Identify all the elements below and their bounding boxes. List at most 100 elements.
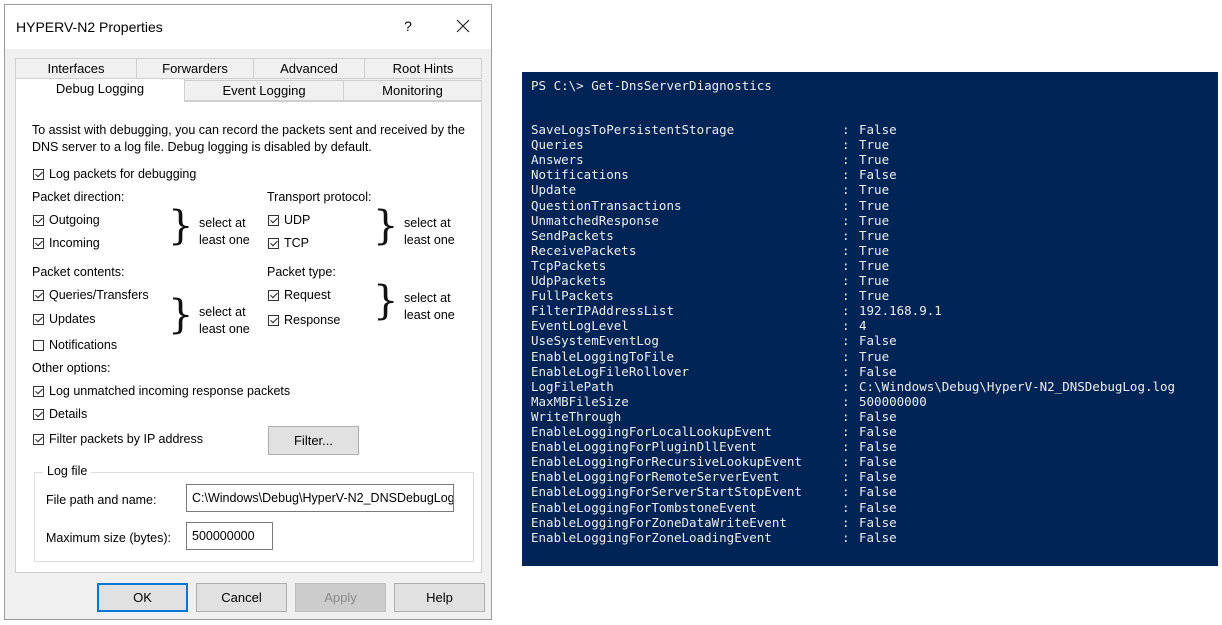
direction-hint-line1: select at xyxy=(199,216,246,230)
tab-forwarders[interactable]: Forwarders xyxy=(136,58,254,79)
property-value: True xyxy=(859,197,890,213)
direction-hint-line2: least one xyxy=(199,233,250,247)
file-path-label: File path and name: xyxy=(46,493,157,507)
udp-checkbox[interactable] xyxy=(268,215,279,226)
property-separator: : xyxy=(842,257,850,273)
other-options-label: Other options: xyxy=(32,361,111,375)
console-prompt: PS C:\> Get-DnsServerDiagnostics xyxy=(531,78,772,93)
property-name: UnmatchedResponse xyxy=(531,212,659,228)
property-separator: : xyxy=(842,484,850,500)
property-separator: : xyxy=(842,303,850,319)
property-value: True xyxy=(859,348,890,364)
apply-button[interactable]: Apply xyxy=(295,583,386,612)
type-brace: } xyxy=(373,278,399,324)
property-value: True xyxy=(859,242,890,258)
property-name: MaxMBFileSize xyxy=(531,393,629,409)
filter-button[interactable]: Filter... xyxy=(268,426,359,455)
filter-ip-checkbox[interactable] xyxy=(33,434,44,445)
property-value: True xyxy=(859,288,890,304)
property-separator: : xyxy=(842,439,850,455)
property-separator: : xyxy=(842,197,850,213)
property-separator: : xyxy=(842,333,850,349)
type-hint-line2: least one xyxy=(404,308,455,322)
property-separator: : xyxy=(842,242,850,258)
property-separator: : xyxy=(842,424,850,439)
max-size-input[interactable]: 500000000 xyxy=(186,522,273,550)
property-separator: : xyxy=(842,469,850,485)
transport-protocol-label: Transport protocol: xyxy=(267,190,372,204)
help-icon[interactable]: ? xyxy=(397,15,419,37)
property-separator: : xyxy=(842,454,850,470)
property-value: True xyxy=(859,137,890,153)
max-size-label: Maximum size (bytes): xyxy=(46,531,172,545)
property-separator: : xyxy=(842,393,850,409)
property-separator: : xyxy=(842,363,850,379)
property-value: False xyxy=(859,167,897,183)
property-value: True xyxy=(859,182,890,198)
property-name: Notifications xyxy=(531,167,629,183)
log-packets-checkbox[interactable] xyxy=(33,169,44,180)
property-name: EnableLoggingToFile xyxy=(531,348,674,364)
property-value: False xyxy=(859,454,897,470)
file-path-input[interactable]: C:\Windows\Debug\HyperV-N2_DNSDebugLog.l… xyxy=(186,484,454,512)
property-value: False xyxy=(859,514,897,530)
notifications-label: Notifications xyxy=(49,338,118,352)
tab-root-hints[interactable]: Root Hints xyxy=(364,58,482,79)
response-label: Response xyxy=(284,313,341,327)
property-name: UseSystemEventLog xyxy=(531,333,659,349)
queries-transfers-checkbox[interactable] xyxy=(33,290,44,301)
direction-brace: } xyxy=(168,203,194,249)
details-label: Details xyxy=(49,407,88,421)
property-value: True xyxy=(859,273,890,288)
details-checkbox[interactable] xyxy=(33,409,44,420)
property-separator: : xyxy=(842,499,850,515)
property-separator: : xyxy=(842,167,850,183)
property-separator: : xyxy=(842,273,850,288)
request-label: Request xyxy=(284,288,331,302)
outgoing-label: Outgoing xyxy=(49,213,100,227)
log-unmatched-checkbox[interactable] xyxy=(33,386,44,397)
packet-contents-label: Packet contents: xyxy=(32,265,125,279)
property-separator: : xyxy=(842,378,850,394)
property-name: SaveLogsToPersistentStorage xyxy=(531,122,735,137)
property-separator: : xyxy=(842,152,850,168)
tab-event-logging[interactable]: Event Logging xyxy=(184,80,344,101)
property-value: False xyxy=(859,469,897,485)
dialog-title: HYPERV-N2 Properties xyxy=(16,19,163,35)
property-name: Queries xyxy=(531,137,584,153)
property-separator: : xyxy=(842,122,850,137)
ok-button[interactable]: OK xyxy=(97,583,188,612)
tab-interfaces[interactable]: Interfaces xyxy=(15,58,137,79)
powershell-console[interactable]: PS C:\> Get-DnsServerDiagnostics SaveLog… xyxy=(522,72,1218,566)
request-checkbox[interactable] xyxy=(268,290,279,301)
property-name: SendPackets xyxy=(531,227,614,243)
property-name: EnableLoggingForZoneDataWriteEvent xyxy=(531,514,787,530)
transport-hint-line2: least one xyxy=(404,233,455,247)
tab-advanced[interactable]: Advanced xyxy=(253,58,365,79)
property-value: False xyxy=(859,408,897,424)
property-name: EnableLoggingForRemoteServerEvent xyxy=(531,469,780,485)
property-name: QuestionTransactions xyxy=(531,197,682,213)
property-name: TcpPackets xyxy=(531,257,607,273)
notifications-checkbox[interactable] xyxy=(33,340,44,351)
udp-label: UDP xyxy=(284,213,311,227)
help-button[interactable]: Help xyxy=(394,583,485,612)
tab-debug-logging[interactable]: Debug Logging xyxy=(15,78,185,102)
packet-direction-label: Packet direction: xyxy=(32,190,125,204)
property-name: FullPackets xyxy=(531,288,614,304)
property-value: True xyxy=(859,152,890,168)
tab-monitoring[interactable]: Monitoring xyxy=(343,80,482,101)
close-icon[interactable] xyxy=(451,14,475,38)
dialog-titlebar: HYPERV-N2 Properties ? xyxy=(5,5,491,49)
property-separator: : xyxy=(842,348,850,364)
outgoing-checkbox[interactable] xyxy=(33,215,44,226)
cancel-button[interactable]: Cancel xyxy=(196,583,287,612)
property-name: EnableLoggingForTombstoneEvent xyxy=(531,499,757,515)
incoming-checkbox[interactable] xyxy=(33,238,44,249)
transport-hint-line1: select at xyxy=(404,216,451,230)
property-name: FilterIPAddressList xyxy=(531,303,674,319)
updates-checkbox[interactable] xyxy=(33,314,44,325)
debug-logging-panel: To assist with debugging, you can record… xyxy=(15,101,482,573)
response-checkbox[interactable] xyxy=(268,315,279,326)
tcp-checkbox[interactable] xyxy=(268,238,279,249)
